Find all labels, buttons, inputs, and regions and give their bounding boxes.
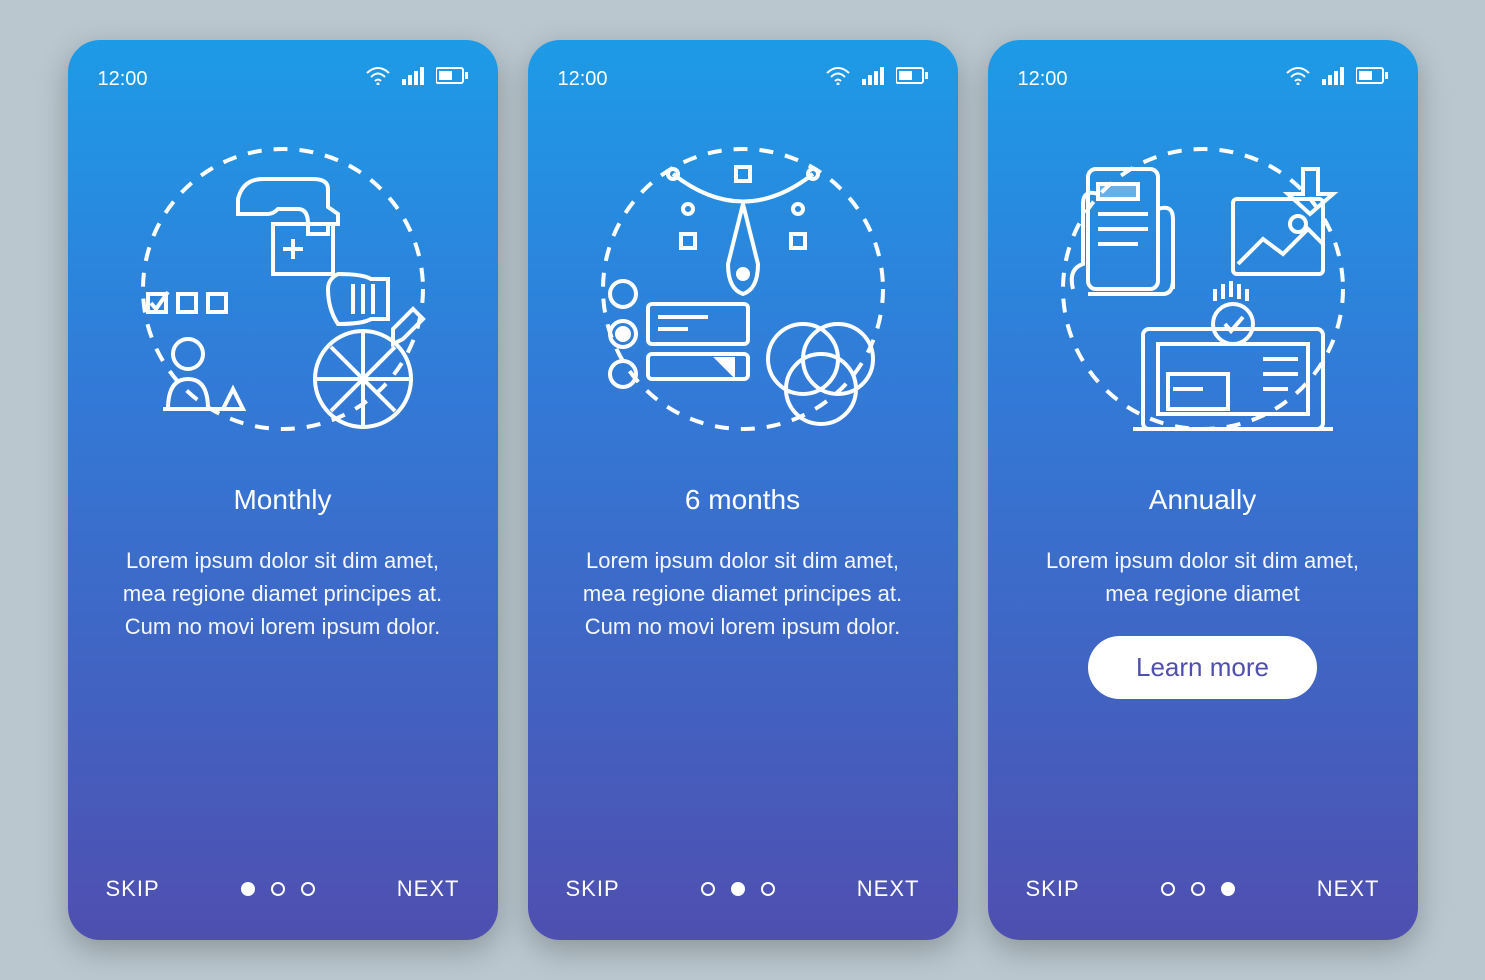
dot-1[interactable] — [701, 882, 715, 896]
signal-icon — [1322, 67, 1344, 91]
status-time: 12:00 — [1018, 68, 1068, 91]
dot-1[interactable] — [1161, 882, 1175, 896]
page-indicator — [241, 882, 315, 896]
wifi-icon — [826, 67, 850, 91]
page-indicator — [1161, 882, 1235, 896]
screen-description: Lorem ipsum dolor sit dim amet, mea regi… — [98, 544, 468, 643]
skip-button[interactable]: SKIP — [566, 876, 620, 902]
footer-nav: SKIP NEXT — [558, 876, 928, 910]
signal-icon — [402, 67, 424, 91]
screen-title: 6 months — [558, 484, 928, 516]
battery-icon — [896, 67, 928, 91]
status-bar: 12:00 — [558, 64, 928, 94]
dot-3[interactable] — [1221, 882, 1235, 896]
footer-nav: SKIP NEXT — [98, 876, 468, 910]
illustration-annually — [1018, 124, 1388, 454]
screen-description: Lorem ipsum dolor sit dim amet, mea regi… — [1018, 544, 1388, 610]
dot-2[interactable] — [1191, 882, 1205, 896]
dot-3[interactable] — [301, 882, 315, 896]
wifi-icon — [366, 67, 390, 91]
screen-description: Lorem ipsum dolor sit dim amet, mea regi… — [558, 544, 928, 643]
battery-icon — [1356, 67, 1388, 91]
next-button[interactable]: NEXT — [397, 876, 460, 902]
footer-nav: SKIP NEXT — [1018, 876, 1388, 910]
content-area: Monthly Lorem ipsum dolor sit dim amet, … — [98, 484, 468, 876]
learn-more-button[interactable]: Learn more — [1088, 636, 1317, 699]
dot-1[interactable] — [241, 882, 255, 896]
status-bar: 12:00 — [98, 64, 468, 94]
onboarding-screen-3: 12:00 Annually Lorem ipsum dolor sit dim… — [988, 40, 1418, 940]
illustration-monthly — [98, 124, 468, 454]
status-icons — [366, 67, 468, 91]
battery-icon — [436, 67, 468, 91]
content-area: Annually Lorem ipsum dolor sit dim amet,… — [1018, 484, 1388, 876]
page-indicator — [701, 882, 775, 896]
status-time: 12:00 — [98, 68, 148, 91]
wifi-icon — [1286, 67, 1310, 91]
next-button[interactable]: NEXT — [1317, 876, 1380, 902]
onboarding-screen-1: 12:00 Monthly Lorem ipsum dolor sit dim … — [68, 40, 498, 940]
content-area: 6 months Lorem ipsum dolor sit dim amet,… — [558, 484, 928, 876]
onboarding-screen-2: 12:00 6 months Lorem ipsum dolor sit dim… — [528, 40, 958, 940]
signal-icon — [862, 67, 884, 91]
status-icons — [826, 67, 928, 91]
next-button[interactable]: NEXT — [857, 876, 920, 902]
illustration-6months — [558, 124, 928, 454]
skip-button[interactable]: SKIP — [106, 876, 160, 902]
screen-title: Monthly — [98, 484, 468, 516]
dot-2[interactable] — [731, 882, 745, 896]
screen-title: Annually — [1018, 484, 1388, 516]
skip-button[interactable]: SKIP — [1026, 876, 1080, 902]
dot-2[interactable] — [271, 882, 285, 896]
status-bar: 12:00 — [1018, 64, 1388, 94]
status-icons — [1286, 67, 1388, 91]
status-time: 12:00 — [558, 68, 608, 91]
dot-3[interactable] — [761, 882, 775, 896]
